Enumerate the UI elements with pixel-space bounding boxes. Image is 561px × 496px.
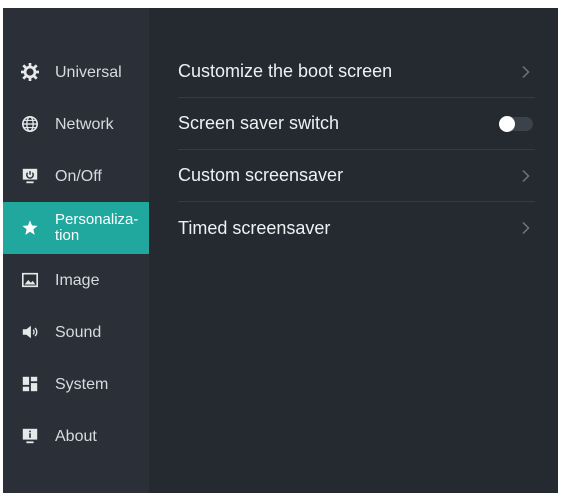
sidebar-item-label: On/Off [55,167,102,185]
info-monitor-icon [19,425,41,447]
setting-row-timed-screensaver[interactable]: Timed screensaver [178,202,535,254]
sidebar-item-about[interactable]: About [3,410,149,462]
sidebar-item-label: Network [55,115,114,133]
grid-icon [19,373,41,395]
sidebar-item-label: Personaliza- tion [55,211,139,244]
sidebar-item-system[interactable]: System [3,358,149,410]
sidebar-item-universal[interactable]: Universal [3,46,149,98]
setting-label: Timed screensaver [178,217,331,238]
sidebar-nav: Universal Network On/Off Personaliza- ti… [3,46,149,462]
settings-list: Customize the boot screen Screen saver s… [178,46,535,254]
toggle-knob [499,115,515,132]
speaker-icon [19,321,41,343]
globe-icon [19,113,41,135]
sidebar: Universal Network On/Off Personaliza- ti… [3,8,149,493]
settings-content: Customize the boot screen Screen saver s… [149,8,558,493]
settings-window: Universal Network On/Off Personaliza- ti… [3,8,558,493]
sidebar-item-label: System [55,375,109,393]
sidebar-item-sound[interactable]: Sound [3,306,149,358]
setting-label: Custom screensaver [178,165,344,185]
chevron-right-icon [521,221,531,235]
sidebar-item-personalization[interactable]: Personaliza- tion [3,202,149,254]
gear-icon [19,61,41,83]
sidebar-item-label: Sound [55,323,102,341]
setting-row-customize-boot-screen[interactable]: Customize the boot screen [178,46,535,98]
setting-label: Screen saver switch [178,113,340,133]
power-monitor-icon [19,165,41,187]
star-icon [19,217,41,239]
setting-row-custom-screensaver[interactable]: Custom screensaver [178,150,535,202]
sidebar-item-label: Image [55,271,100,289]
chevron-right-icon [521,169,531,183]
screen-saver-toggle[interactable] [499,115,533,132]
sidebar-item-network[interactable]: Network [3,98,149,150]
sidebar-item-on-off[interactable]: On/Off [3,150,149,202]
setting-row-screen-saver-switch[interactable]: Screen saver switch [178,98,535,150]
sidebar-item-label: Universal [55,63,122,81]
image-icon [19,269,41,291]
setting-label: Customize the boot screen [178,61,393,81]
chevron-right-icon [521,65,531,79]
sidebar-item-label: About [55,427,97,445]
sidebar-item-image[interactable]: Image [3,254,149,306]
